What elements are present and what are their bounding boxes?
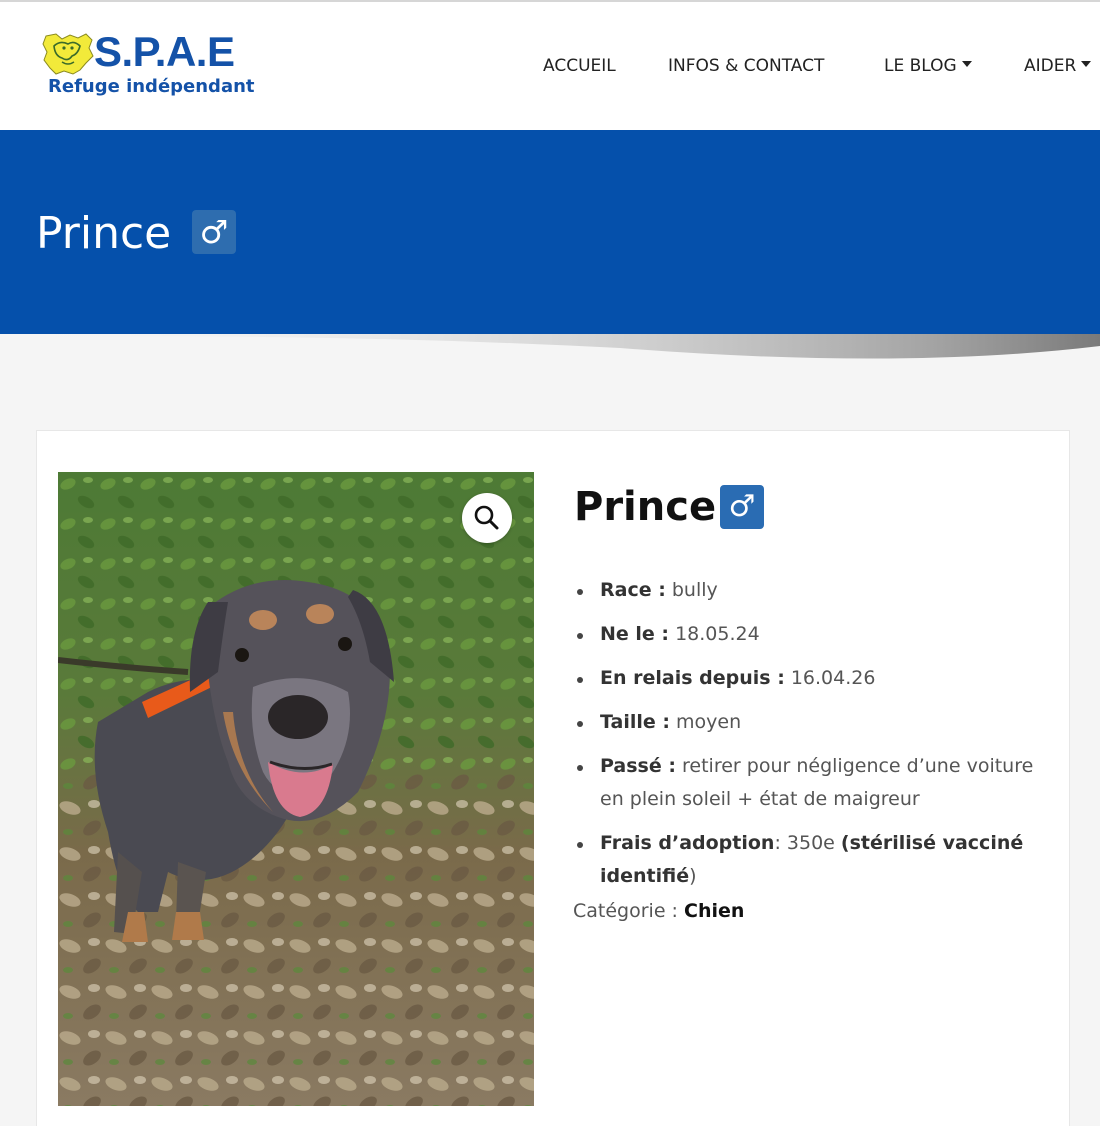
site-logo[interactable]: S.P.A.E Refuge indépendant	[40, 28, 255, 102]
site-header: S.P.A.E Refuge indépendant ACCUEIL INFOS…	[0, 2, 1100, 130]
detail-label: En relais depuis :	[600, 667, 785, 689]
detail-label: Ne le :	[600, 623, 670, 645]
detail-past: Passé : retirer pour négligence d’une vo…	[574, 750, 1044, 816]
nav-item-accueil[interactable]: ACCUEIL	[543, 56, 616, 76]
detail-adoption-fee: Frais d’adoption: 350e (stérilisé vaccin…	[574, 827, 1044, 893]
zoom-button[interactable]	[462, 493, 512, 543]
banner-shadow	[0, 334, 1100, 359]
category-label: Catégorie :	[573, 900, 684, 922]
product-photo[interactable]	[58, 472, 534, 1106]
logo-tagline: Refuge indépendant	[48, 76, 255, 97]
detail-tail: )	[689, 865, 697, 887]
logo-name: S.P.A.E	[94, 28, 235, 75]
page-banner: Prince ♂	[0, 130, 1100, 334]
dog-photo-image	[58, 472, 534, 1106]
magnifier-icon	[474, 505, 499, 530]
page-title: Prince	[36, 208, 172, 259]
detail-value: 16.04.26	[790, 667, 876, 689]
detail-label: Frais d’adoption	[600, 832, 775, 854]
detail-race: Race : bully	[574, 574, 1044, 607]
nav-item-le-blog[interactable]: LE BLOG	[884, 56, 972, 76]
detail-size: Taille : moyen	[574, 706, 1044, 739]
detail-label: Race :	[600, 579, 666, 601]
nav-item-infos-contact[interactable]: INFOS & CONTACT	[668, 56, 824, 76]
detail-label: Taille :	[600, 711, 670, 733]
detail-value: bully	[671, 579, 718, 601]
male-symbol-icon: ♂	[192, 210, 236, 254]
nav-label: INFOS & CONTACT	[668, 56, 825, 76]
detail-relais: En relais depuis : 16.04.26	[574, 662, 1044, 695]
category-link[interactable]: Chien	[684, 900, 744, 922]
caret-down-icon	[961, 61, 972, 67]
product-details-list: Race : bully Ne le : 18.05.24 En relais …	[574, 574, 1044, 904]
product-category: Catégorie : Chien	[573, 900, 744, 922]
detail-birth: Ne le : 18.05.24	[574, 618, 1044, 651]
nav-label: AIDER	[1024, 56, 1077, 76]
nav-label: LE BLOG	[884, 56, 957, 76]
product-title: Prince	[574, 484, 717, 530]
caret-down-icon	[1081, 61, 1092, 67]
nav-item-aider[interactable]: AIDER	[1024, 56, 1092, 76]
male-symbol-icon: ♂	[720, 485, 764, 529]
detail-value: : 350e	[774, 832, 841, 854]
logo-emblem-icon	[42, 33, 94, 75]
nav-label: ACCUEIL	[543, 56, 616, 76]
detail-value: moyen	[676, 711, 742, 733]
detail-value: 18.05.24	[675, 623, 760, 645]
detail-label: Passé :	[600, 755, 676, 777]
